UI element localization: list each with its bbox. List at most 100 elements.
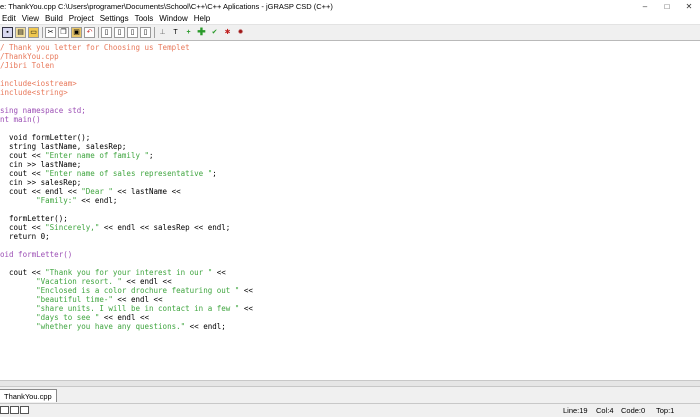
code-line: "share units. I will be in contact in a … [0, 304, 253, 313]
code-line: / Thank you letter for Choosing us Templ… [0, 43, 190, 52]
code-token: << endl << [112, 295, 163, 304]
code-token: "Dear " [81, 187, 113, 196]
toolbar-separator [42, 27, 43, 38]
add-icon[interactable]: + [183, 27, 194, 38]
code-token: << endl << salesRep << endl; [99, 223, 231, 232]
tile-view-icon[interactable] [20, 406, 29, 414]
code-token: << endl; [185, 322, 226, 331]
code-token: oid formLetter() [0, 250, 73, 259]
code-line: "beautiful time-" << endl << [0, 295, 163, 304]
toolbar-separator [154, 27, 155, 38]
menu-build[interactable]: Build [45, 14, 63, 23]
code-token: cout << [0, 169, 46, 178]
code-token: "Sincerely," [45, 223, 100, 232]
close-button[interactable]: ✕ [678, 0, 700, 13]
file-tab-strip: ThankYou.cpp [0, 386, 700, 403]
status-code: Code:0 [621, 406, 646, 415]
code-token: << endl << [99, 313, 150, 322]
menu-project[interactable]: Project [69, 14, 94, 23]
code-line: cout << "Sincerely," << endl << salesRep… [0, 223, 230, 232]
code-line: include<iostream> [0, 79, 77, 88]
doc4-icon[interactable]: ▯ [140, 27, 151, 38]
code-token: nt main() [0, 115, 41, 124]
code-token: cout << endl << [0, 187, 82, 196]
code-editor[interactable]: / Thank you letter for Choosing us Templ… [0, 41, 700, 380]
code-token: << lastName << [112, 187, 181, 196]
menu-tools[interactable]: Tools [135, 14, 154, 23]
add-green-icon[interactable]: ✚ [196, 27, 207, 38]
code-token: formLetter(); [0, 214, 68, 223]
code-line: nt main() [0, 115, 41, 124]
run-icon[interactable]: ✱ [222, 27, 233, 38]
pin-icon[interactable]: ⊥ [157, 27, 168, 38]
doc-icon[interactable]: ▯ [101, 27, 112, 38]
minimize-button[interactable]: – [634, 0, 656, 13]
code-token: "Thank you for your interest in our " [45, 268, 213, 277]
code-line: cin >> lastName; [0, 160, 81, 169]
maximize-button[interactable]: □ [656, 0, 678, 13]
code-token: cin >> salesRep; [0, 178, 82, 187]
code-token: ; [149, 151, 154, 160]
code-token: /Jibri Tolen [0, 61, 55, 70]
code-line: /Jibri Tolen [0, 61, 54, 70]
cut-icon[interactable]: ✂ [45, 27, 56, 38]
code-token: ; [212, 169, 217, 178]
code-line: string lastName, salesRep; [0, 142, 126, 151]
status-col: Col:4 [596, 406, 614, 415]
debug-icon[interactable]: ✹ [235, 27, 246, 38]
code-token: "Enclosed is a color drochure featuring … [36, 286, 240, 295]
menu-view[interactable]: View [22, 14, 39, 23]
doc3-icon[interactable]: ▯ [127, 27, 138, 38]
code-token: << endl << [121, 277, 172, 286]
code-token: "beautiful time-" [36, 295, 113, 304]
code-token: include<iostream> [0, 79, 77, 88]
step-icon[interactable]: T [170, 27, 181, 38]
code-token: << endl; [76, 196, 118, 205]
paste-icon[interactable]: ▣ [71, 27, 82, 38]
doc2-icon[interactable]: ▯ [114, 27, 125, 38]
code-token: cout << [0, 151, 46, 160]
code-token: "days to see " [36, 313, 100, 322]
open-icon[interactable]: ▤ [15, 27, 26, 38]
menu-settings[interactable]: Settings [100, 14, 129, 23]
window-title: e: ThankYou.cpp C:\Users\programer\Docum… [0, 2, 333, 11]
file-tab-label: ThankYou.cpp [4, 391, 52, 401]
code-line: oid formLetter() [0, 250, 72, 259]
code-token: string lastName, salesRep; [0, 142, 127, 151]
undo-icon[interactable]: ↶ [84, 27, 95, 38]
code-line: include<string> [0, 88, 68, 97]
code-token: << [212, 268, 226, 277]
code-line: "Enclosed is a color drochure featuring … [0, 286, 253, 295]
window-controls: – □ ✕ [634, 0, 700, 13]
status-top: Top:1 [656, 406, 675, 415]
file-tab-thankyou[interactable]: ThankYou.cpp [0, 389, 57, 402]
check-icon[interactable]: ✔ [209, 27, 220, 38]
code-line: void formLetter(); [0, 133, 90, 142]
menu-bar: Edit View Build Project Settings Tools W… [0, 13, 700, 24]
save-icon[interactable]: ▪ [2, 27, 13, 38]
copy-icon[interactable]: ❐ [58, 27, 69, 38]
menu-help[interactable]: Help [194, 14, 210, 23]
code-line: cin >> salesRep; [0, 178, 81, 187]
code-token: << [239, 304, 253, 313]
code-token: "Family:" [36, 196, 77, 205]
code-token: /ThankYou.cpp [0, 52, 59, 61]
split-view-icon[interactable] [10, 406, 19, 414]
code-token: sing namespace std; [0, 106, 86, 115]
menu-window[interactable]: Window [159, 14, 187, 23]
code-token: cin >> lastName; [0, 160, 82, 169]
folder-icon[interactable]: ▭ [28, 27, 39, 38]
code-line: formLetter(); [0, 214, 68, 223]
menu-edit[interactable]: Edit [2, 14, 16, 23]
code-token: / Thank you letter for Choosing us Templ… [0, 43, 190, 52]
code-line: cout << endl << "Dear " << lastName << [0, 187, 181, 196]
code-token: include<string> [0, 88, 68, 97]
code-line: cout << "Enter name of sales representat… [0, 169, 217, 178]
window-layout-icon[interactable] [0, 406, 9, 414]
code-line: sing namespace std; [0, 106, 86, 115]
status-line: Line:19 [563, 406, 588, 415]
